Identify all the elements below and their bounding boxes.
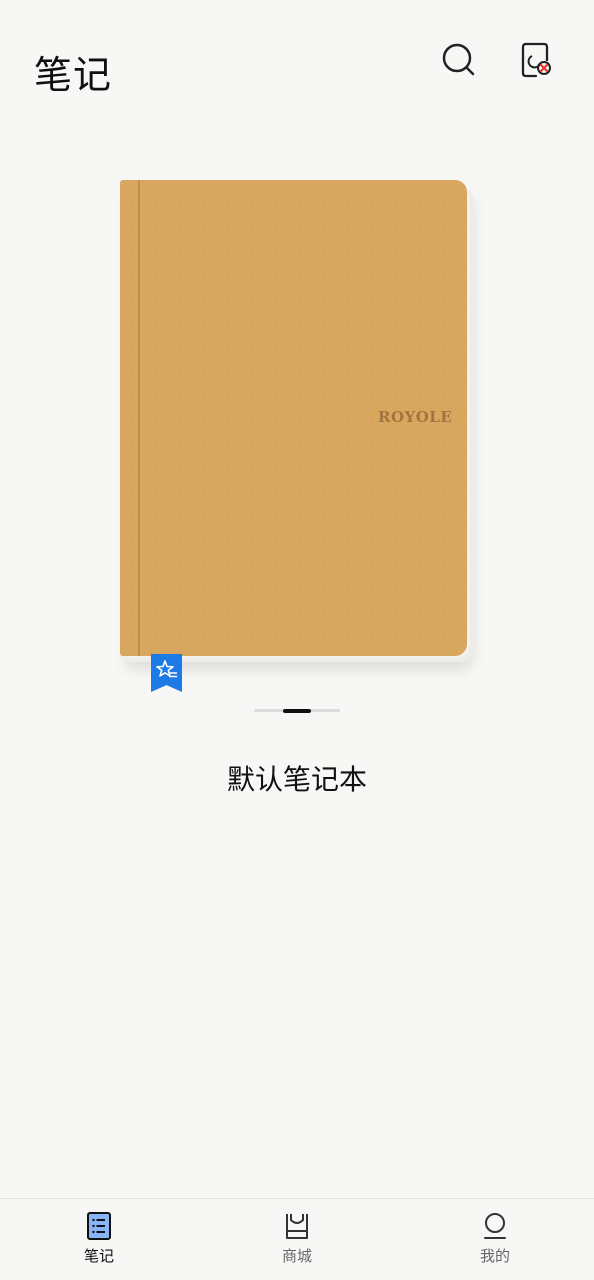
nav-item-profile[interactable]: 我的 [396, 1199, 594, 1280]
nav-label-store: 商城 [281, 1247, 312, 1265]
page-title: 笔记 [34, 53, 113, 97]
device-connection-button[interactable] [514, 38, 558, 82]
nav-item-notes[interactable]: 笔记 [0, 1199, 198, 1280]
notebook-cover: ROYOLE [120, 180, 467, 656]
nav-label-profile: 我的 [479, 1247, 510, 1265]
page-indicator [254, 708, 340, 713]
page-indicator-active [283, 708, 311, 713]
star-list-icon [155, 660, 177, 678]
notebook-name[interactable]: 默认笔记本 [0, 758, 594, 798]
nav-label-notes: 笔记 [83, 1247, 114, 1265]
search-button[interactable] [437, 38, 481, 82]
profile-icon [484, 1213, 506, 1239]
search-icon [442, 43, 475, 76]
notes-page: 笔记 ROYOLE 默认笔记本 笔记 商城 我的 [0, 0, 594, 1280]
notebook-card[interactable]: ROYOLE [118, 178, 478, 668]
device-disconnected-icon [521, 42, 551, 78]
notebook-spine [138, 180, 140, 656]
bottom-navigation: 笔记 商城 我的 [0, 1198, 594, 1280]
default-notebook-bookmark [151, 654, 182, 692]
store-icon [286, 1214, 308, 1239]
notes-icon [87, 1212, 111, 1240]
nav-item-store[interactable]: 商城 [198, 1199, 396, 1280]
notebook-brand: ROYOLE [378, 408, 453, 426]
